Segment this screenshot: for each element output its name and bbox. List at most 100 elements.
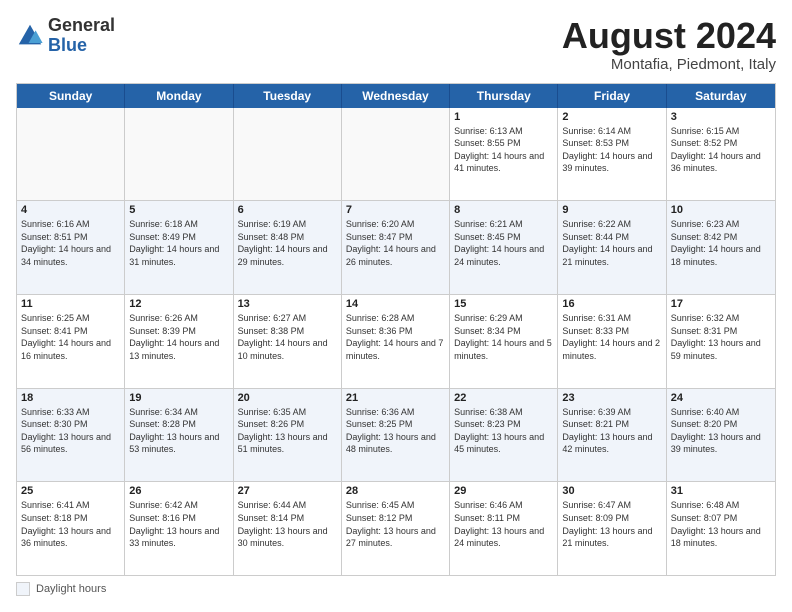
day-info: Sunrise: 6:23 AMSunset: 8:42 PMDaylight:… — [671, 218, 771, 268]
cal-cell: 3Sunrise: 6:15 AMSunset: 8:52 PMDaylight… — [667, 108, 775, 201]
cal-cell: 8 Sunrise: 6:21 AMSunset: 8:45 PMDaylight… — [450, 201, 558, 294]
day-number: 4 — [21, 204, 120, 216]
day-number: 9 — [562, 204, 661, 216]
week-row-1: 1Sunrise: 6:13 AMSunset: 8:55 PMDaylight… — [17, 108, 775, 202]
week-row-2: 4 Sunrise: 6:16 AMSunset: 8:51 PMDaylight… — [17, 201, 775, 295]
header-day-monday: Monday — [125, 84, 233, 108]
day-number: 5 — [129, 204, 228, 216]
day-info: Sunrise: 6:27 AMSunset: 8:38 PMDaylight:… — [238, 312, 337, 362]
logo-icon — [16, 22, 44, 50]
day-info: Sunrise: 6:21 AMSunset: 8:45 PMDaylight:… — [454, 218, 553, 268]
day-info: Sunrise: 6:36 AMSunset: 8:25 PMDaylight:… — [346, 406, 445, 456]
day-number: 31 — [671, 485, 771, 497]
cal-cell: 20 Sunrise: 6:35 AMSunset: 8:26 PMDayligh… — [234, 389, 342, 482]
calendar-header: SundayMondayTuesdayWednesdayThursdayFrid… — [17, 84, 775, 108]
day-number: 19 — [129, 392, 228, 404]
day-info: Sunrise: 6:42 AMSunset: 8:16 PMDaylight:… — [129, 499, 228, 549]
day-number: 27 — [238, 485, 337, 497]
day-number: 13 — [238, 298, 337, 310]
cal-cell: 9 Sunrise: 6:22 AMSunset: 8:44 PMDaylight… — [558, 201, 666, 294]
cal-cell: 25 Sunrise: 6:41 AMSunset: 8:18 PMDayligh… — [17, 482, 125, 575]
header-day-friday: Friday — [558, 84, 666, 108]
day-number: 8 — [454, 204, 553, 216]
day-number: 25 — [21, 485, 120, 497]
header-day-tuesday: Tuesday — [234, 84, 342, 108]
day-number: 24 — [671, 392, 771, 404]
calendar-body: 1Sunrise: 6:13 AMSunset: 8:55 PMDaylight… — [17, 108, 775, 575]
day-number: 26 — [129, 485, 228, 497]
cal-cell — [342, 108, 450, 201]
header-day-sunday: Sunday — [17, 84, 125, 108]
day-info: Sunrise: 6:34 AMSunset: 8:28 PMDaylight:… — [129, 406, 228, 456]
day-number: 2 — [562, 111, 661, 123]
day-number: 10 — [671, 204, 771, 216]
day-number: 6 — [238, 204, 337, 216]
day-info: Sunrise: 6:28 AMSunset: 8:36 PMDaylight:… — [346, 312, 445, 362]
cal-cell: 1Sunrise: 6:13 AMSunset: 8:55 PMDaylight… — [450, 108, 558, 201]
cal-cell: 17Sunrise: 6:32 AMSunset: 8:31 PMDayligh… — [667, 295, 775, 388]
week-row-3: 11Sunrise: 6:25 AMSunset: 8:41 PMDayligh… — [17, 295, 775, 389]
day-info: Sunrise: 6:35 AMSunset: 8:26 PMDaylight:… — [238, 406, 337, 456]
day-number: 29 — [454, 485, 553, 497]
cal-cell: 19 Sunrise: 6:34 AMSunset: 8:28 PMDayligh… — [125, 389, 233, 482]
subtitle: Montafia, Piedmont, Italy — [562, 56, 776, 73]
day-number: 15 — [454, 298, 553, 310]
main-title: August 2024 — [562, 16, 776, 56]
day-info: Sunrise: 6:33 AMSunset: 8:30 PMDaylight:… — [21, 406, 120, 456]
cal-cell: 31 Sunrise: 6:48 AMSunset: 8:07 PMDayligh… — [667, 482, 775, 575]
day-info: Sunrise: 6:31 AMSunset: 8:33 PMDaylight:… — [562, 312, 661, 362]
day-info: Sunrise: 6:45 AMSunset: 8:12 PMDaylight:… — [346, 499, 445, 549]
day-info: Sunrise: 6:48 AMSunset: 8:07 PMDaylight:… — [671, 499, 771, 549]
logo-text: General Blue — [48, 16, 115, 56]
day-number: 23 — [562, 392, 661, 404]
footer-label: Daylight hours — [36, 583, 106, 595]
day-number: 21 — [346, 392, 445, 404]
header-day-thursday: Thursday — [450, 84, 558, 108]
day-info: Sunrise: 6:40 AMSunset: 8:20 PMDaylight:… — [671, 406, 771, 456]
day-info: Sunrise: 6:22 AMSunset: 8:44 PMDaylight:… — [562, 218, 661, 268]
day-number: 30 — [562, 485, 661, 497]
day-number: 12 — [129, 298, 228, 310]
cal-cell: 24 Sunrise: 6:40 AMSunset: 8:20 PMDayligh… — [667, 389, 775, 482]
day-number: 22 — [454, 392, 553, 404]
footer: Daylight hours — [16, 582, 776, 596]
day-number: 1 — [454, 111, 553, 123]
cal-cell: 28Sunrise: 6:45 AMSunset: 8:12 PMDayligh… — [342, 482, 450, 575]
day-number: 20 — [238, 392, 337, 404]
day-info: Sunrise: 6:29 AMSunset: 8:34 PMDaylight:… — [454, 312, 553, 362]
day-info: Sunrise: 6:46 AMSunset: 8:11 PMDaylight:… — [454, 499, 553, 549]
day-info: Sunrise: 6:14 AMSunset: 8:53 PMDaylight:… — [562, 125, 661, 175]
cal-cell: 16 Sunrise: 6:31 AMSunset: 8:33 PMDayligh… — [558, 295, 666, 388]
cal-cell: 6 Sunrise: 6:19 AMSunset: 8:48 PMDaylight… — [234, 201, 342, 294]
cal-cell: 5 Sunrise: 6:18 AMSunset: 8:49 PMDaylight… — [125, 201, 233, 294]
day-number: 16 — [562, 298, 661, 310]
day-info: Sunrise: 6:26 AMSunset: 8:39 PMDaylight:… — [129, 312, 228, 362]
cal-cell: 26 Sunrise: 6:42 AMSunset: 8:16 PMDayligh… — [125, 482, 233, 575]
day-info: Sunrise: 6:44 AMSunset: 8:14 PMDaylight:… — [238, 499, 337, 549]
header-day-wednesday: Wednesday — [342, 84, 450, 108]
cal-cell: 23 Sunrise: 6:39 AMSunset: 8:21 PMDayligh… — [558, 389, 666, 482]
cal-cell: 12 Sunrise: 6:26 AMSunset: 8:39 PMDayligh… — [125, 295, 233, 388]
cal-cell: 2 Sunrise: 6:14 AMSunset: 8:53 PMDaylight… — [558, 108, 666, 201]
day-info: Sunrise: 6:41 AMSunset: 8:18 PMDaylight:… — [21, 499, 120, 549]
day-number: 3 — [671, 111, 771, 123]
cal-cell: 13 Sunrise: 6:27 AMSunset: 8:38 PMDayligh… — [234, 295, 342, 388]
cal-cell: 11Sunrise: 6:25 AMSunset: 8:41 PMDayligh… — [17, 295, 125, 388]
day-info: Sunrise: 6:18 AMSunset: 8:49 PMDaylight:… — [129, 218, 228, 268]
cal-cell: 21 Sunrise: 6:36 AMSunset: 8:25 PMDayligh… — [342, 389, 450, 482]
day-info: Sunrise: 6:32 AMSunset: 8:31 PMDaylight:… — [671, 312, 771, 362]
cal-cell: 27 Sunrise: 6:44 AMSunset: 8:14 PMDayligh… — [234, 482, 342, 575]
header: General Blue August 2024 Montafia, Piedm… — [16, 16, 776, 73]
day-info: Sunrise: 6:16 AMSunset: 8:51 PMDaylight:… — [21, 218, 120, 268]
cal-cell: 18Sunrise: 6:33 AMSunset: 8:30 PMDayligh… — [17, 389, 125, 482]
day-info: Sunrise: 6:19 AMSunset: 8:48 PMDaylight:… — [238, 218, 337, 268]
day-info: Sunrise: 6:39 AMSunset: 8:21 PMDaylight:… — [562, 406, 661, 456]
day-number: 7 — [346, 204, 445, 216]
logo-general: General — [48, 15, 115, 35]
cal-cell: 14Sunrise: 6:28 AMSunset: 8:36 PMDayligh… — [342, 295, 450, 388]
day-info: Sunrise: 6:20 AMSunset: 8:47 PMDaylight:… — [346, 218, 445, 268]
page: General Blue August 2024 Montafia, Piedm… — [0, 0, 792, 612]
cal-cell — [17, 108, 125, 201]
calendar: SundayMondayTuesdayWednesdayThursdayFrid… — [16, 83, 776, 576]
title-block: August 2024 Montafia, Piedmont, Italy — [562, 16, 776, 73]
